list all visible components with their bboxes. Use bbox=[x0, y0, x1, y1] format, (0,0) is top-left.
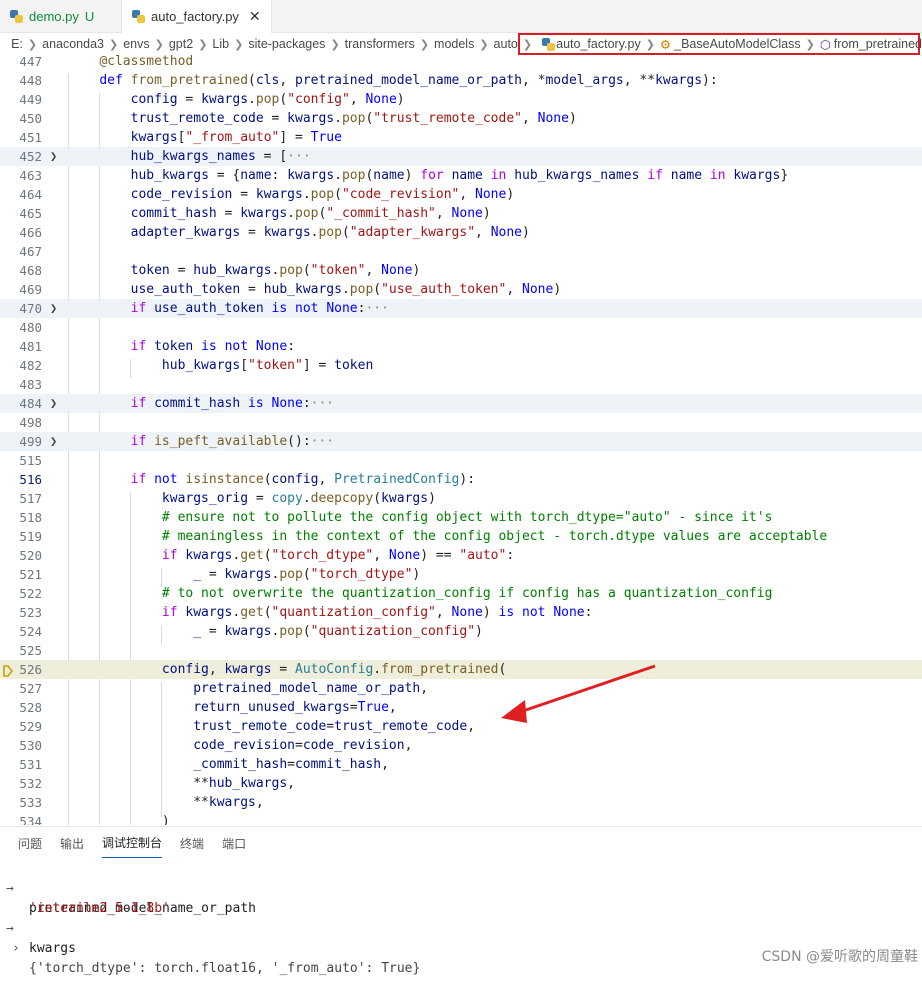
tab-demo-py[interactable]: demo.py U bbox=[0, 0, 122, 32]
code-line[interactable]: 531 _commit_hash=commit_hash, bbox=[0, 755, 922, 774]
code-line[interactable]: 515 bbox=[0, 451, 922, 470]
chevron-right-icon[interactable]: ❯ bbox=[50, 432, 57, 451]
tab-label: auto_factory.py bbox=[151, 9, 239, 24]
console-output-line[interactable]: › {'torch_dtype': torch.float16, '_from_… bbox=[0, 919, 420, 976]
code-line[interactable]: 464 code_revision = kwargs.pop("code_rev… bbox=[0, 185, 922, 204]
code-line[interactable]: 518 # ensure not to pollute the config o… bbox=[0, 508, 922, 527]
annotation-arrow-icon bbox=[501, 664, 656, 723]
code-line[interactable]: 533 **kwargs, bbox=[0, 793, 922, 812]
editor-tab-bar: demo.py U auto_factory.py ✕ bbox=[0, 0, 922, 33]
code-line[interactable]: 448 def from_pretrained(cls, pretrained_… bbox=[0, 71, 922, 90]
code-line[interactable]: 498 bbox=[0, 413, 922, 432]
code-line[interactable]: 480 bbox=[0, 318, 922, 337]
panel-tabs: 问题 输出 调试控制台 终端 端口 bbox=[0, 827, 246, 859]
console-input-line: → kwargs bbox=[0, 899, 76, 956]
tab-problems[interactable]: 问题 bbox=[18, 829, 42, 858]
code-line[interactable]: 527 pretrained_model_name_or_path, bbox=[0, 679, 922, 698]
code-line[interactable]: 529 trust_remote_code=trust_remote_code, bbox=[0, 717, 922, 736]
chevron-right-icon: ❯ bbox=[154, 38, 164, 51]
code-line[interactable]: 467 bbox=[0, 242, 922, 261]
breadcrumb-item[interactable]: models bbox=[434, 37, 474, 51]
chevron-right-icon[interactable]: ❯ bbox=[50, 394, 57, 413]
code-line[interactable]: 534 ) bbox=[0, 812, 922, 825]
bottom-panel: 问题 输出 调试控制台 终端 端口 → pretrained_model_nam… bbox=[0, 826, 922, 976]
console-text: kwargs bbox=[29, 941, 76, 956]
console-input-line: → pretrained_model_name_or_path bbox=[0, 859, 256, 916]
python-file-icon bbox=[10, 9, 23, 23]
code-line[interactable]: 517 kwargs_orig = copy.deepcopy(kwargs) bbox=[0, 489, 922, 508]
code-editor[interactable]: 447 @classmethod 448 def from_pretrained… bbox=[0, 55, 922, 825]
chevron-right-icon: ❯ bbox=[234, 38, 244, 51]
code-line[interactable]: 530 code_revision=code_revision, bbox=[0, 736, 922, 755]
tab-ports[interactable]: 端口 bbox=[222, 829, 246, 858]
code-line[interactable]: 481 if token is not None: bbox=[0, 337, 922, 356]
close-icon[interactable]: ✕ bbox=[249, 8, 261, 25]
code-line[interactable]: 450 trust_remote_code = kwargs.pop("trus… bbox=[0, 109, 922, 128]
code-line[interactable]: 525 bbox=[0, 641, 922, 660]
code-line[interactable]: 528 return_unused_kwargs=True, bbox=[0, 698, 922, 717]
chevron-right-icon: ❯ bbox=[330, 38, 340, 51]
code-line[interactable]: 466 adapter_kwargs = kwargs.pop("adapter… bbox=[0, 223, 922, 242]
code-line[interactable]: 499 ❯ if is_peft_available():··· bbox=[0, 432, 922, 451]
expand-chevron-icon[interactable]: › bbox=[12, 939, 20, 959]
code-line[interactable]: 469 use_auth_token = hub_kwargs.pop("use… bbox=[0, 280, 922, 299]
untracked-status-badge: U bbox=[84, 8, 95, 24]
code-line[interactable]: 482 hub_kwargs["token"] = token bbox=[0, 356, 922, 375]
code-line[interactable]: 483 bbox=[0, 375, 922, 394]
code-line[interactable]: 451 kwargs["_from_auto"] = True bbox=[0, 128, 922, 147]
code-line[interactable]: 519 # meaningless in the context of the … bbox=[0, 527, 922, 546]
console-text: {'torch_dtype': torch.float16, '_from_au… bbox=[29, 961, 421, 976]
python-file-icon bbox=[132, 10, 145, 23]
chevron-right-icon: ❯ bbox=[419, 38, 430, 51]
debug-current-line-icon bbox=[3, 665, 13, 677]
tab-output[interactable]: 输出 bbox=[60, 829, 84, 858]
code-line[interactable]: 465 commit_hash = kwargs.pop("_commit_ha… bbox=[0, 204, 922, 223]
code-line[interactable]: 470 ❯ if use_auth_token is not None:··· bbox=[0, 299, 922, 318]
code-line[interactable]: 523 if kwargs.get("quantization_config",… bbox=[0, 603, 922, 622]
breadcrumb-item[interactable]: Lib bbox=[212, 37, 229, 51]
highlight-box bbox=[518, 33, 920, 55]
code-line[interactable]: 452 ❯ hub_kwargs_names = [··· bbox=[0, 147, 922, 166]
code-line[interactable]: 449 config = kwargs.pop("config", None) bbox=[0, 90, 922, 109]
code-line[interactable]: 521 _ = kwargs.pop("torch_dtype") bbox=[0, 565, 922, 584]
watermark: CSDN @爱听歌的周童鞋 bbox=[761, 949, 918, 965]
breadcrumb-item[interactable]: gpt2 bbox=[169, 37, 193, 51]
chevron-right-icon: ❯ bbox=[27, 38, 38, 51]
code-line[interactable]: 520 if kwargs.get("torch_dtype", None) =… bbox=[0, 546, 922, 565]
code-line[interactable]: 532 **hub_kwargs, bbox=[0, 774, 922, 793]
chevron-right-icon: ❯ bbox=[479, 38, 489, 51]
breadcrumb-item[interactable]: envs bbox=[123, 37, 149, 51]
breadcrumb-item[interactable]: auto bbox=[494, 37, 518, 51]
chevron-right-icon[interactable]: ❯ bbox=[50, 147, 57, 166]
code-line[interactable]: 468 token = hub_kwargs.pop("token", None… bbox=[0, 261, 922, 280]
code-line[interactable]: 522 # to not overwrite the quantization_… bbox=[0, 584, 922, 603]
chevron-right-icon: ❯ bbox=[198, 38, 208, 51]
code-line[interactable]: 463 hub_kwargs = {name: kwargs.pop(name)… bbox=[0, 166, 922, 185]
code-line[interactable]: 447 @classmethod bbox=[0, 55, 922, 71]
chevron-right-icon[interactable]: ❯ bbox=[50, 299, 57, 318]
code-line[interactable]: 484 ❯ if commit_hash is None:··· bbox=[0, 394, 922, 413]
breadcrumb-item[interactable]: site-packages bbox=[248, 37, 325, 51]
code-line[interactable]: 516 if not isinstance(config, Pretrained… bbox=[0, 470, 922, 489]
console-output-line: 'internlm2_5-1_8b' bbox=[0, 879, 170, 916]
breadcrumb-item[interactable]: anaconda3 bbox=[42, 37, 104, 51]
tab-auto-factory-py[interactable]: auto_factory.py ✕ bbox=[122, 0, 272, 33]
tab-terminal[interactable]: 终端 bbox=[180, 829, 204, 858]
breadcrumb-item[interactable]: transformers bbox=[345, 37, 415, 51]
tab-debug-console[interactable]: 调试控制台 bbox=[102, 828, 163, 858]
current-execution-line[interactable]: 526 config, kwargs = AutoConfig.from_pre… bbox=[0, 660, 922, 679]
code-line[interactable]: 524 _ = kwargs.pop("quantization_config"… bbox=[0, 622, 922, 641]
console-text: 'internlm2_5-1_8b' bbox=[29, 901, 170, 916]
chevron-right-icon: ❯ bbox=[109, 38, 119, 51]
tab-label: demo.py bbox=[29, 8, 79, 24]
breadcrumb-item[interactable]: E: bbox=[11, 37, 23, 51]
